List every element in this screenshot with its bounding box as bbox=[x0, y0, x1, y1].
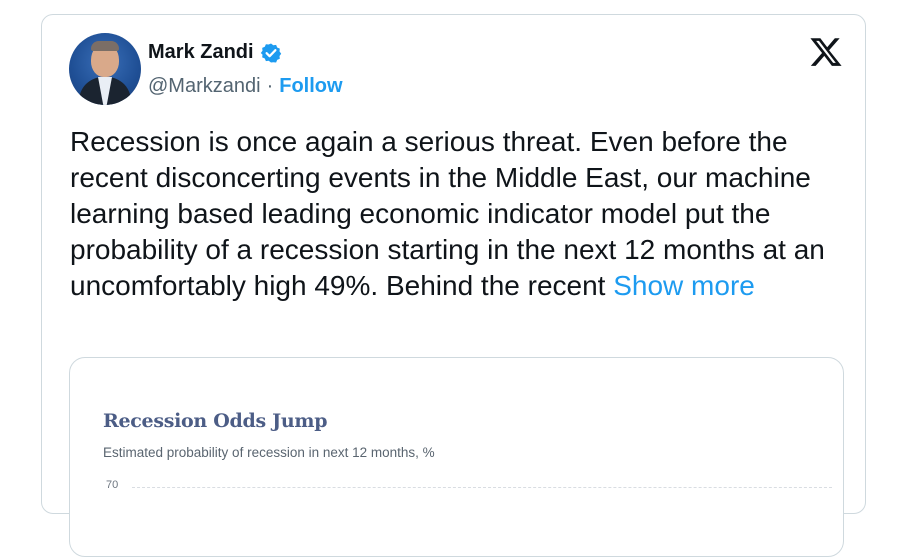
avatar-hair bbox=[91, 41, 119, 51]
chart-y-tick-label: 70 bbox=[106, 479, 119, 491]
tweet-media-chart[interactable]: Recession Odds Jump Estimated probabilit… bbox=[69, 357, 844, 557]
author-handle[interactable]: @Markzandi bbox=[148, 75, 261, 98]
show-more-link[interactable]: Show more bbox=[613, 270, 755, 301]
x-logo-icon[interactable] bbox=[809, 35, 843, 69]
author-handle-row: @Markzandi · Follow bbox=[148, 75, 343, 98]
chart-subtitle: Estimated probability of recession in ne… bbox=[103, 445, 435, 460]
chart-title: Recession Odds Jump bbox=[103, 410, 328, 432]
author-avatar[interactable] bbox=[69, 33, 141, 105]
chart-gridline bbox=[132, 487, 832, 488]
handle-separator: · bbox=[266, 75, 274, 97]
author-name[interactable]: Mark Zandi bbox=[148, 41, 254, 64]
tweet-card[interactable]: Mark Zandi @Markzandi · Follow Recession… bbox=[41, 14, 866, 557]
verified-badge-icon bbox=[260, 43, 281, 62]
author-name-row: Mark Zandi bbox=[148, 41, 282, 64]
follow-button[interactable]: Follow bbox=[279, 75, 342, 98]
tweet-text: Recession is once again a serious threat… bbox=[70, 124, 860, 304]
